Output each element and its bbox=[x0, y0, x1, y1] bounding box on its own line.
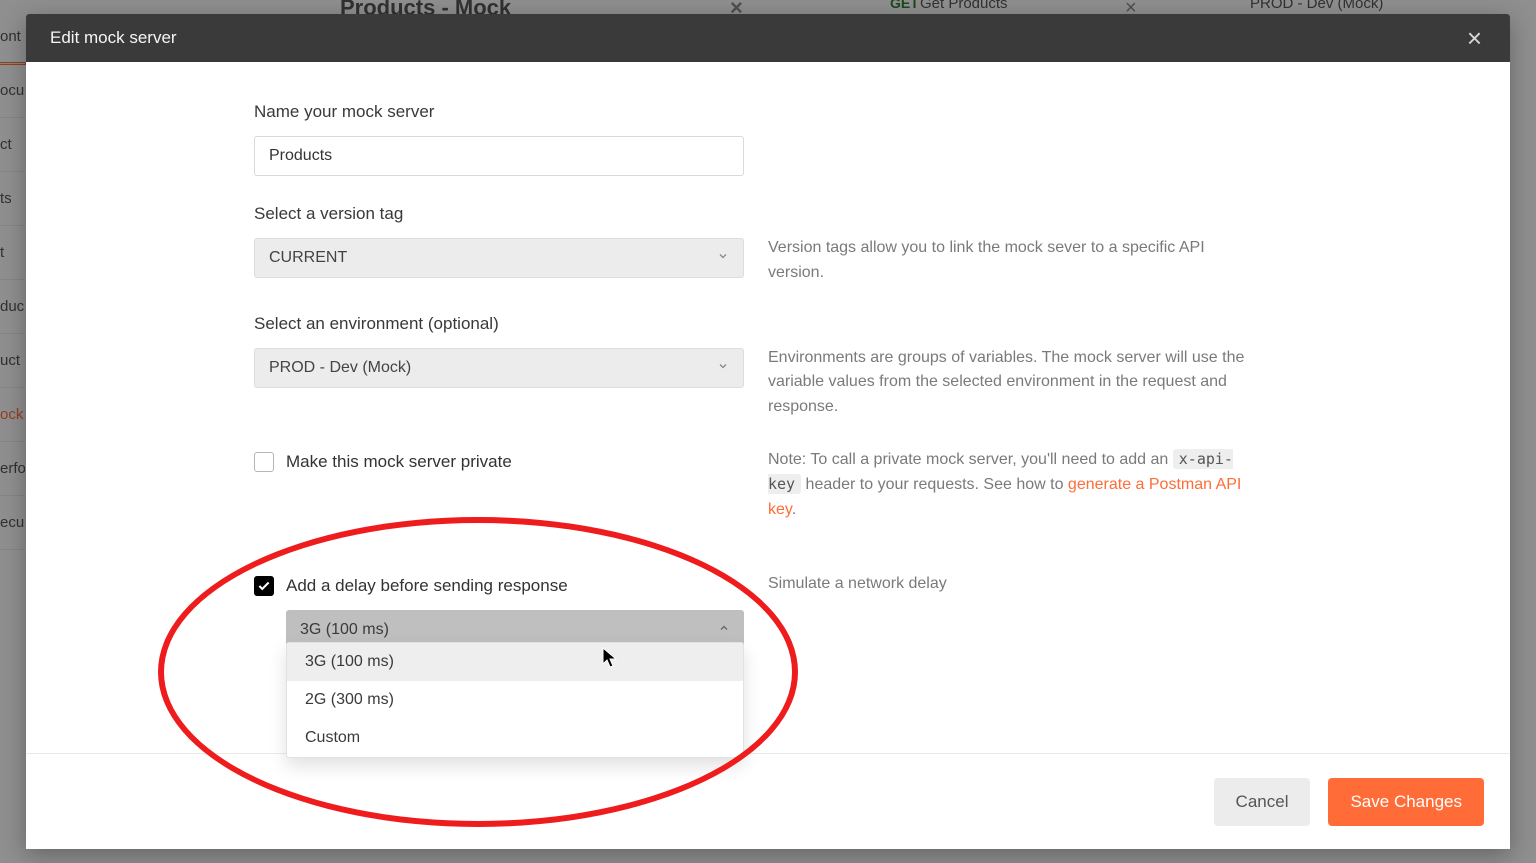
delay-option-3g[interactable]: 3G (100 ms) bbox=[287, 643, 743, 681]
chevron-down-icon bbox=[717, 359, 729, 377]
environment-select[interactable]: PROD - Dev (Mock) bbox=[254, 348, 744, 388]
env-help-text: Environments are groups of variables. Th… bbox=[768, 349, 1244, 416]
edit-mock-server-modal: Edit mock server × Name your mock server… bbox=[26, 14, 1510, 849]
env-selected-value: PROD - Dev (Mock) bbox=[269, 359, 411, 377]
delay-selected-value: 3G (100 ms) bbox=[300, 621, 389, 639]
version-label: Select a version tag bbox=[254, 204, 744, 224]
modal-title: Edit mock server bbox=[50, 28, 177, 48]
private-help-a: Note: To call a private mock server, you… bbox=[768, 451, 1173, 468]
delay-help-text: Simulate a network delay bbox=[768, 575, 947, 592]
chevron-down-icon bbox=[717, 249, 729, 267]
close-icon[interactable]: × bbox=[1463, 25, 1486, 51]
delay-option-custom[interactable]: Custom bbox=[287, 719, 743, 757]
version-help-text: Version tags allow you to link the mock … bbox=[768, 239, 1205, 281]
env-label: Select an environment (optional) bbox=[254, 314, 744, 334]
private-checkbox[interactable] bbox=[254, 452, 274, 472]
delay-dropdown: 3G (100 ms) 2G (300 ms) Custom bbox=[286, 642, 744, 758]
save-button[interactable]: Save Changes bbox=[1328, 778, 1484, 826]
chevron-up-icon bbox=[718, 621, 730, 639]
version-selected-value: CURRENT bbox=[269, 249, 347, 267]
modal-header: Edit mock server × bbox=[26, 14, 1510, 62]
cancel-button[interactable]: Cancel bbox=[1214, 778, 1311, 826]
name-label: Name your mock server bbox=[254, 102, 744, 122]
delay-checkbox[interactable] bbox=[254, 576, 274, 596]
private-help-b: header to your requests. See how to bbox=[801, 476, 1068, 493]
private-label: Make this mock server private bbox=[286, 452, 512, 472]
mock-name-field[interactable] bbox=[254, 136, 744, 176]
delay-label: Add a delay before sending response bbox=[286, 576, 568, 596]
version-select[interactable]: CURRENT bbox=[254, 238, 744, 278]
modal-footer: Cancel Save Changes bbox=[26, 753, 1510, 849]
delay-option-2g[interactable]: 2G (300 ms) bbox=[287, 681, 743, 719]
